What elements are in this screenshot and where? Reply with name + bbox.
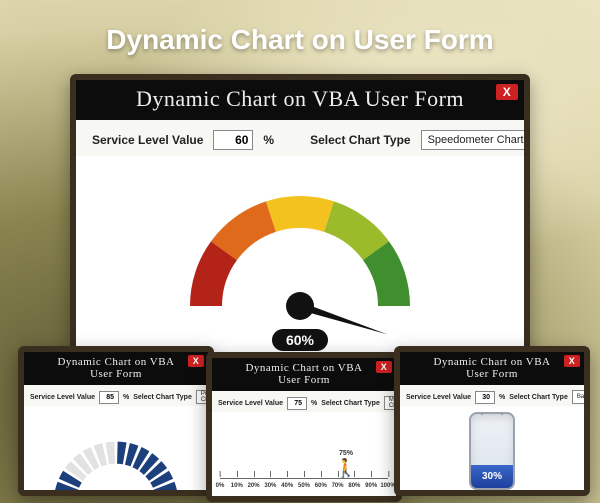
page-title: Dynamic Chart on User Form [0, 24, 600, 56]
progress-circle-chart: 85% [24, 406, 208, 496]
service-level-label: Service Level Value [92, 133, 203, 147]
window-titlebar: Dynamic Chart on VBA User Form X [76, 80, 524, 120]
axis-tick: 60% [315, 483, 327, 489]
moving-man-value-label: 75% [339, 450, 353, 457]
window-progress-circle: Dynamic Chart on VBA User Form X Service… [18, 346, 214, 496]
battery-icon: 30% [469, 412, 515, 490]
progress-value-label: 85% [96, 489, 136, 496]
service-level-label: Service Level Value [30, 394, 95, 401]
service-level-input[interactable] [475, 391, 495, 404]
percent-sign: % [263, 133, 274, 147]
window-titlebar: Dynamic Chart on VBA User Form X [24, 352, 208, 385]
battery-fill: 30% [471, 465, 513, 487]
window-moving-man: Dynamic Chart on VBA User Form X Service… [206, 352, 402, 502]
close-icon[interactable]: X [376, 361, 392, 373]
percent-sign: % [311, 400, 317, 407]
chart-type-label: Select Chart Type [321, 400, 380, 407]
window-title: Dynamic Chart on VBA User Form [57, 356, 174, 380]
window-title: Dynamic Chart on VBA User Form [245, 362, 362, 386]
service-level-input[interactable] [287, 397, 307, 410]
window-speedometer: Dynamic Chart on VBA User Form X Service… [70, 74, 530, 374]
percent-sign: % [123, 394, 129, 401]
gauge-value-badge: 60% [272, 329, 328, 351]
window-title: Dynamic Chart on VBA User Form [136, 86, 464, 111]
axis-tick: 50% [298, 483, 310, 489]
chart-type-label: Select Chart Type [133, 394, 192, 401]
axis-tick: 80% [348, 483, 360, 489]
service-level-input[interactable] [99, 391, 119, 404]
axis-tick: 0% [216, 483, 225, 489]
axis-tick: 90% [365, 483, 377, 489]
battery-chart: 30% [400, 406, 584, 495]
moving-man-chart: 0%10%20%30%40%50%60%70%80%90%100%🚶75% [212, 412, 396, 501]
man-icon: 🚶 [335, 459, 357, 477]
axis-tick: 20% [248, 483, 260, 489]
axis-tick: 30% [264, 483, 276, 489]
chart-type-selected: Battery Chart [577, 394, 590, 400]
service-level-input[interactable] [213, 130, 253, 150]
axis-line [220, 478, 388, 479]
close-icon[interactable]: X [496, 84, 518, 100]
gauge-chart: 60% [165, 161, 435, 361]
window-battery: Dynamic Chart on VBA User Form X Service… [394, 346, 590, 496]
close-icon[interactable]: X [188, 355, 204, 367]
axis-tick: 10% [231, 483, 243, 489]
battery-value-label: 30% [471, 471, 513, 482]
chart-type-selected: Speedometer Chart [428, 135, 524, 146]
chart-type-label: Select Chart Type [310, 133, 410, 147]
chart-type-dropdown[interactable]: Battery Chart [572, 390, 590, 404]
chart-type-label: Select Chart Type [509, 394, 568, 401]
service-level-label: Service Level Value [406, 394, 471, 401]
close-icon[interactable]: X [564, 355, 580, 367]
chart-area: 60% [76, 156, 524, 366]
service-level-label: Service Level Value [218, 400, 283, 407]
window-titlebar: Dynamic Chart on VBA User Form X [212, 358, 396, 391]
chart-type-dropdown[interactable]: Speedometer Chart [421, 130, 530, 150]
percent-sign: % [499, 394, 505, 401]
window-title: Dynamic Chart on VBA User Form [433, 356, 550, 380]
window-titlebar: Dynamic Chart on VBA User Form X [400, 352, 584, 385]
axis-tick: 70% [332, 483, 344, 489]
axis-tick: 40% [281, 483, 293, 489]
